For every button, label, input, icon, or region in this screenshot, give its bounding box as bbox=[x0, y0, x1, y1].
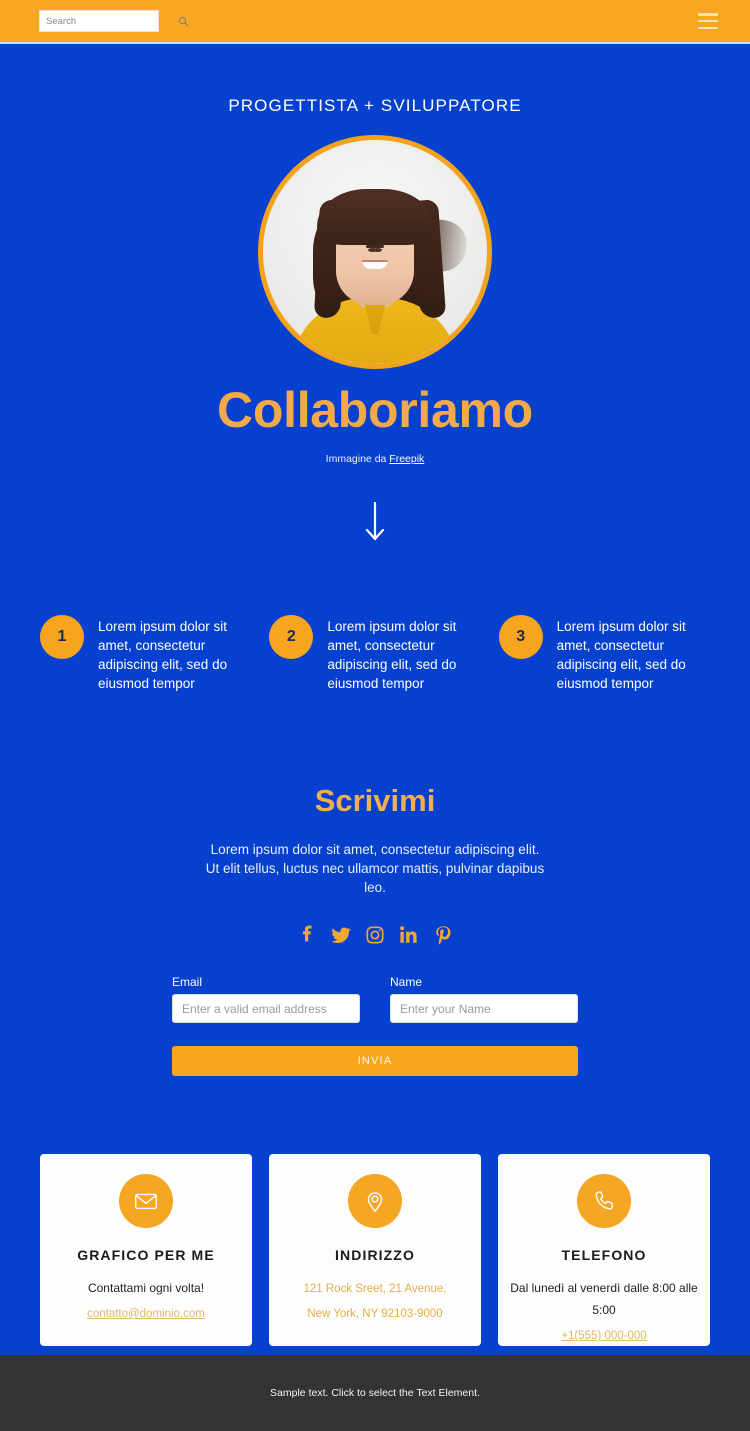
freepik-link[interactable]: Freepik bbox=[389, 453, 424, 465]
name-label: Name bbox=[390, 975, 423, 989]
card-line: Dal lunedì al venerdì dalle 8:00 alle 5:… bbox=[510, 1281, 698, 1317]
hamburger-bar bbox=[698, 19, 718, 23]
down-arrow-icon[interactable] bbox=[361, 501, 389, 545]
footer-text: Sample text. Click to select the Text El… bbox=[270, 1387, 480, 1399]
location-pin-icon bbox=[348, 1174, 402, 1228]
contact-card-phone: TELEFONO Dal lunedì al venerdì dalle 8:0… bbox=[498, 1154, 710, 1346]
form-fields: Email Name bbox=[172, 975, 578, 1023]
step-number-badge: 2 bbox=[269, 615, 314, 659]
step-number-badge: 1 bbox=[40, 615, 84, 659]
email-label: Email bbox=[172, 975, 203, 989]
eye-right bbox=[373, 248, 383, 253]
card-line: Contattami ogni volta! bbox=[87, 1281, 205, 1295]
search-icon[interactable] bbox=[178, 16, 189, 27]
address-line-2: New York, NY 92103-9000 bbox=[307, 1308, 443, 1320]
address-line-1: 121 Rock Sreet, 21 Avenue, bbox=[303, 1283, 447, 1295]
hero-kicker: PROGETTISTA + SVILUPPATORE bbox=[228, 96, 522, 115]
page-title: Collaboriamo bbox=[217, 382, 533, 438]
step-text: Lorem ipsum dolor sit amet, consectetur … bbox=[327, 619, 457, 691]
hamburger-bar bbox=[698, 26, 718, 29]
contact-intro-section: Scrivimi Lorem ipsum dolor sit amet, con… bbox=[0, 693, 750, 945]
social-links bbox=[0, 925, 750, 945]
card-title: GRAFICO PER ME bbox=[77, 1247, 215, 1263]
name-field-group: Name bbox=[390, 975, 578, 1023]
linkedin-icon[interactable] bbox=[399, 925, 419, 945]
step-item: 1 Lorem ipsum dolor sit amet, consectetu… bbox=[40, 615, 251, 693]
portrait-photo bbox=[263, 140, 487, 364]
search-input[interactable] bbox=[46, 15, 178, 27]
mouth bbox=[362, 260, 388, 270]
step-item: 3 Lorem ipsum dolor sit amet, consectetu… bbox=[498, 615, 710, 693]
step-text: Lorem ipsum dolor sit amet, consectetur … bbox=[556, 619, 686, 691]
card-title: TELEFONO bbox=[561, 1247, 647, 1263]
contact-cards: GRAFICO PER ME Contattami ogni volta! co… bbox=[0, 1076, 750, 1346]
hair-front bbox=[317, 189, 433, 246]
phone-link[interactable]: +1(555) 000-000 bbox=[561, 1330, 646, 1342]
step-number-badge: 3 bbox=[498, 615, 543, 659]
phone-icon bbox=[577, 1174, 631, 1228]
card-title: INDIRIZZO bbox=[335, 1247, 415, 1263]
section-heading: Scrivimi bbox=[314, 783, 436, 818]
email-field[interactable] bbox=[172, 994, 360, 1023]
steps-section: 1 Lorem ipsum dolor sit amet, consectetu… bbox=[0, 545, 750, 693]
avatar bbox=[258, 135, 492, 369]
pinterest-icon[interactable] bbox=[433, 925, 453, 945]
step-text: Lorem ipsum dolor sit amet, consectetur … bbox=[98, 619, 228, 691]
section-paragraph: Lorem ipsum dolor sit amet, consectetur … bbox=[205, 842, 545, 895]
image-credit-prefix: Immagine da bbox=[325, 453, 390, 465]
twitter-icon[interactable] bbox=[331, 925, 351, 945]
image-credit: Immagine da Freepik bbox=[0, 453, 750, 465]
hamburger-menu-icon[interactable] bbox=[698, 13, 718, 29]
card-address: 121 Rock Sreet, 21 Avenue, New York, NY … bbox=[269, 1277, 481, 1327]
envelope-icon bbox=[119, 1174, 173, 1228]
email-field-group: Email bbox=[172, 975, 360, 1023]
contact-card-email: GRAFICO PER ME Contattami ogni volta! co… bbox=[40, 1154, 252, 1346]
step-item: 2 Lorem ipsum dolor sit amet, consectetu… bbox=[269, 615, 480, 693]
email-link[interactable]: contatto@dominio.com bbox=[87, 1308, 205, 1320]
page-root: PROGETTISTA + SVILUPPATORE bbox=[0, 0, 750, 1431]
name-field[interactable] bbox=[390, 994, 578, 1023]
site-header bbox=[0, 0, 750, 44]
facebook-icon[interactable] bbox=[297, 925, 317, 945]
hero-section: PROGETTISTA + SVILUPPATORE Collaboriamo … bbox=[0, 44, 750, 545]
submit-button[interactable]: INVIA bbox=[172, 1046, 578, 1076]
hamburger-bar bbox=[698, 13, 718, 16]
site-footer: Sample text. Click to select the Text El… bbox=[0, 1355, 750, 1431]
contact-form: Email Name INVIA bbox=[172, 975, 578, 1076]
search-box[interactable] bbox=[39, 10, 189, 32]
contact-card-address: INDIRIZZO 121 Rock Sreet, 21 Avenue, New… bbox=[269, 1154, 481, 1346]
instagram-icon[interactable] bbox=[365, 925, 385, 945]
